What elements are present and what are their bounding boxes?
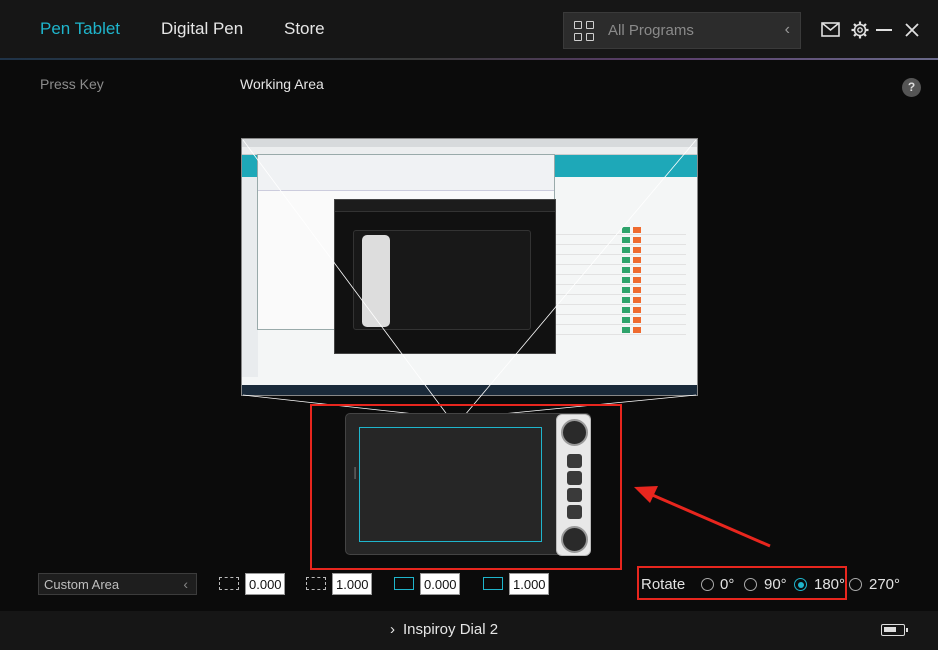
rotate-0-label[interactable]: 0° — [720, 576, 734, 593]
chevron-left-icon: ‹ — [183, 576, 188, 592]
minimize-icon[interactable] — [876, 29, 892, 32]
tab-digital-pen[interactable]: Digital Pen — [161, 19, 243, 39]
mail-icon[interactable] — [821, 22, 840, 37]
chevron-left-icon[interactable]: ‹ — [785, 21, 790, 39]
screen-preview — [241, 138, 698, 396]
device-name: Inspiroy Dial 2 — [403, 621, 499, 638]
rotate-90-radio[interactable] — [744, 578, 757, 591]
gear-icon[interactable] — [851, 21, 869, 39]
device-bar: › Inspiroy Dial 2 — [0, 611, 938, 650]
chevron-right-icon: › — [390, 621, 395, 638]
tab-pen-tablet[interactable]: Pen Tablet — [40, 19, 120, 39]
help-icon[interactable]: ? — [902, 78, 921, 97]
device-selector[interactable]: › Inspiroy Dial 2 — [390, 621, 498, 638]
highlight-arrow — [634, 486, 771, 548]
top-bar-gradient — [0, 58, 938, 60]
rotate-270-radio[interactable] — [849, 578, 862, 591]
program-select-label: All Programs — [608, 22, 694, 39]
area-bottom-icon — [483, 577, 503, 590]
rotate-180-radio[interactable] — [794, 578, 807, 591]
area-top-icon — [394, 577, 414, 590]
area-left-icon — [219, 577, 239, 590]
rotate-180-label[interactable]: 180° — [814, 576, 845, 593]
rotate-0-radio[interactable] — [701, 578, 714, 591]
press-key-tab[interactable]: Press Key — [40, 76, 104, 92]
area-select[interactable]: Custom Area ‹ — [38, 573, 197, 595]
tab-store[interactable]: Store — [284, 19, 325, 39]
working-area-tab[interactable]: Working Area — [240, 76, 324, 92]
area-select-label: Custom Area — [44, 577, 120, 592]
area-top-field[interactable]: 0.000 — [420, 573, 460, 595]
program-select[interactable]: All Programs ‹ — [563, 12, 801, 49]
tablet-highlight-box — [310, 404, 622, 570]
area-bottom-field[interactable]: 1.000 — [509, 573, 549, 595]
area-right-field[interactable]: 1.000 — [332, 573, 372, 595]
close-icon[interactable] — [905, 23, 919, 37]
battery-icon — [881, 624, 908, 636]
area-left-field[interactable]: 0.000 — [245, 573, 285, 595]
rotate-90-label[interactable]: 90° — [764, 576, 787, 593]
area-right-icon — [306, 577, 326, 590]
grid-icon — [574, 21, 595, 42]
rotate-270-label[interactable]: 270° — [869, 576, 900, 593]
rotate-label: Rotate — [641, 576, 686, 593]
